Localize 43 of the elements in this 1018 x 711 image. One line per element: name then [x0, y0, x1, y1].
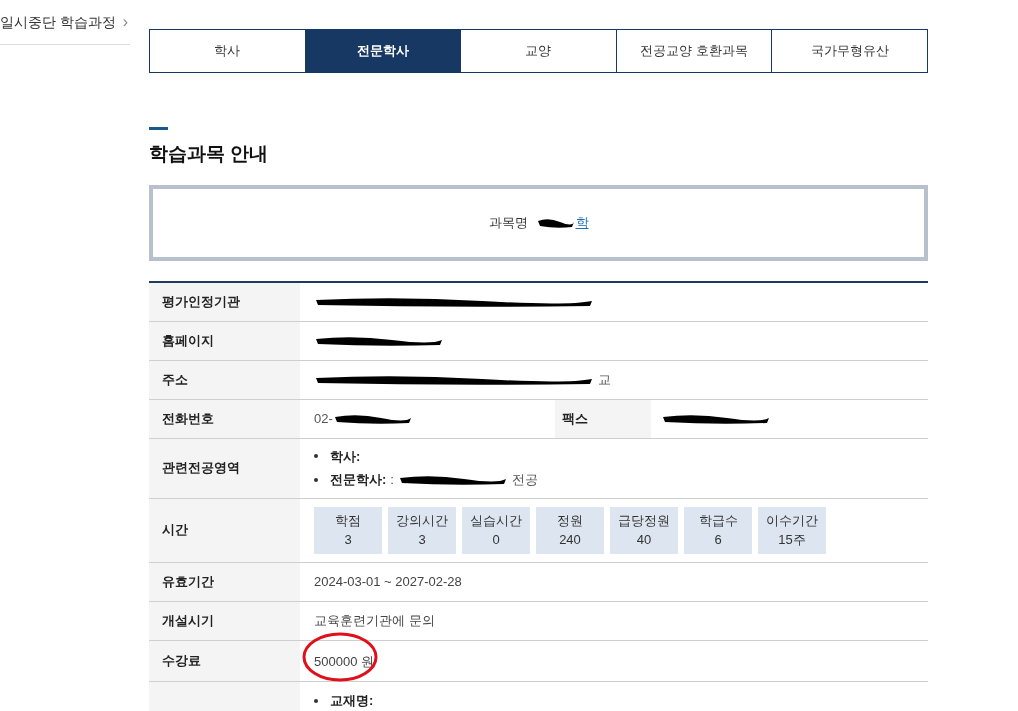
tab[interactable]: 전문학사 — [304, 30, 461, 72]
value-text: 2024-03-01 ~ 2027-02-28 — [314, 572, 462, 591]
stat-value: 0 — [492, 531, 500, 549]
stat-label: 급당정원 — [618, 512, 670, 530]
stat-label: 실습시간 — [470, 512, 522, 530]
stat-label: 정원 — [557, 512, 583, 530]
stat-value: 6 — [714, 531, 722, 549]
sidebar-item[interactable]: 일시중단 학습과정 — [0, 11, 116, 33]
stat-value: 240 — [559, 531, 581, 549]
stat-label: 강의시간 — [396, 512, 448, 530]
stat-label: 학점 — [335, 512, 361, 530]
row-label-cell: 유효기간 — [149, 562, 300, 601]
row-label-cell: 개설시기 — [149, 601, 300, 640]
bullet-icon — [314, 454, 318, 459]
term-label: 전문학사: — [330, 471, 387, 489]
chevron-icon: › — [122, 10, 128, 34]
row-label-cell: 평가인정기관 — [149, 282, 300, 321]
term-label: 학사: — [330, 447, 361, 466]
stat-value: 3 — [418, 531, 426, 549]
row-label-cell: 시간 — [149, 498, 300, 562]
stat-value: 40 — [636, 531, 652, 549]
section-title: 학습과목 안내 — [149, 142, 270, 166]
bullet-icon — [314, 698, 318, 703]
row-label-cell: 관련전공영역 — [149, 438, 300, 498]
bullet-icon — [314, 477, 318, 482]
value-text: 교 — [598, 370, 611, 389]
course-link[interactable]: 학 — [575, 212, 589, 233]
row-label-cell: 수강료 — [149, 640, 300, 681]
stat-label: 학급수 — [698, 512, 738, 530]
value-text: 교육훈련기관에 문의 — [314, 611, 435, 630]
row-label-cell: 주소 — [149, 360, 300, 399]
value-text: : — [390, 471, 394, 489]
value-text: 전공 — [511, 471, 538, 489]
stat-value: 15주 — [778, 531, 806, 549]
row-label-cell: 홈페이지 — [149, 321, 300, 360]
value-text: 02- — [314, 409, 333, 428]
row-label-cell: 팩스 — [555, 399, 651, 438]
course-label: 과목명 — [488, 213, 528, 232]
value-text: 500000 원 — [314, 653, 374, 669]
row-label-cell: 전화번호 — [149, 399, 300, 438]
stat-label: 이수기간 — [766, 512, 818, 530]
stat-value: 3 — [344, 531, 352, 549]
term-label: 교재명: — [330, 691, 374, 710]
